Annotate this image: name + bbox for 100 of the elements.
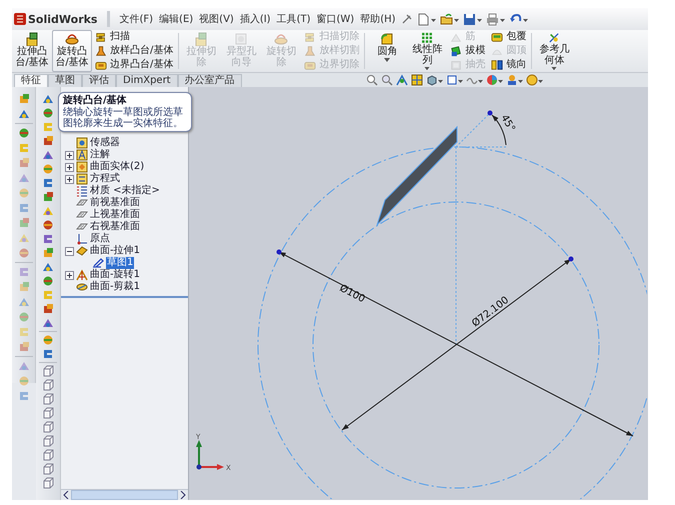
tab[interactable]: 办公室产品 [178,74,242,87]
tool-icon[interactable] [42,303,54,315]
cube-icon[interactable] [42,435,54,447]
tree-item[interactable]: 曲面-拉伸1 [90,245,140,257]
display-style-icon[interactable] [446,74,458,86]
ribbon-button[interactable]: 边界凸台/基体 [95,59,174,71]
sphere-icon[interactable] [526,74,538,86]
feature-icon [76,161,88,173]
menu-item[interactable]: 工具(T) [276,12,312,26]
horizontal-scrollbar[interactable] [61,489,188,500]
feature-icon [76,281,88,293]
tool-icon[interactable] [18,93,30,105]
menu-item[interactable]: 插入(I) [238,12,272,26]
tool-icon[interactable] [42,233,54,245]
tree-item[interactable]: 前视基准面 [90,197,140,209]
zoom-icon[interactable] [366,74,378,86]
tree-item[interactable]: 上视基准面 [90,209,140,221]
expand-icon[interactable] [65,150,74,160]
app-name: SolidWorks [28,12,98,26]
expand-icon[interactable] [65,162,74,172]
reference-geometry-icon [547,32,562,44]
tool-icon[interactable] [42,205,54,217]
tool-icon[interactable] [42,261,54,273]
cube-icon[interactable] [42,477,54,489]
tool-icon[interactable] [42,247,54,259]
tree-item[interactable]: 曲面-旋转1 [90,269,140,281]
expand-icon[interactable] [65,270,74,280]
wrap-icon [491,31,504,43]
expand-icon[interactable] [65,174,74,184]
extrude-icon [194,32,208,46]
tool-icon[interactable] [42,334,54,346]
fillet-icon [380,32,394,46]
cube-icon[interactable] [42,449,54,461]
tree-item[interactable]: 右视基准面 [90,221,140,233]
feature-icon [76,137,88,149]
ribbon-button[interactable]: 拔模 [450,45,486,57]
menu-item[interactable]: 帮助(H) [359,12,397,26]
new-document-icon[interactable] [416,12,430,26]
tab[interactable]: 评估 [82,74,116,87]
ribbon-button[interactable]: 圆角 [367,30,408,72]
menu-item[interactable]: 窗口(W) [316,12,356,26]
tooltip-title: 旋转凸台/基体 [63,95,128,106]
tree-item[interactable]: 草图1 [106,257,134,269]
tab[interactable]: 特征 [14,74,48,87]
menu-item[interactable]: 视图(V) [198,12,235,26]
tool-icon[interactable] [42,177,54,189]
tooltip-text: 绕轴心旋转一草图或所选草图轮廓来生成一实体特征。 [63,107,184,129]
collapse-icon[interactable] [65,246,74,256]
dimension-label: 45° [498,113,517,134]
tool-icon[interactable] [42,135,54,147]
tree-item[interactable]: 原点 [90,233,110,245]
tool-icon[interactable] [42,219,54,231]
tool-icon[interactable] [42,93,54,105]
sweep-icon [95,31,107,43]
scroll-left-icon[interactable] [63,491,69,499]
zoom-icon[interactable] [380,74,393,86]
tool-icon[interactable] [42,191,54,203]
cube-icon[interactable] [42,463,54,475]
tool-icon[interactable] [42,275,54,287]
feature-icon [76,185,88,197]
cube-icon[interactable] [42,393,54,405]
tree-item[interactable]: 曲面-剪裁1 [90,281,140,293]
ribbon-button[interactable]: 拉伸凸台/基体 [12,30,52,72]
tool-icon[interactable] [42,317,54,329]
open-folder-icon[interactable] [440,12,453,26]
tree-item[interactable]: 曲面实体(2) [90,161,144,173]
print-icon[interactable] [486,12,499,26]
tool-icon[interactable] [42,149,54,161]
tool-icon[interactable] [42,348,54,360]
ribbon-button[interactable]: 包覆 [491,31,526,43]
origin-icon [76,233,88,245]
ribbon-button[interactable]: 参考几何体 [534,30,574,72]
tree-item[interactable]: 注解 [90,149,110,161]
cube-icon[interactable] [42,407,54,419]
save-icon[interactable] [462,12,476,26]
ribbon-button[interactable]: 线性阵列 [407,30,448,72]
menu-item[interactable]: 编辑(E) [158,12,194,26]
ribbon-button[interactable]: 旋转凸台/基体 [52,30,92,72]
pin-icon[interactable] [400,13,413,25]
tool-icon[interactable] [18,127,30,139]
tool-icon[interactable] [42,163,54,175]
ribbon-button[interactable]: 扫描 [95,31,174,43]
loft-icon [95,45,107,57]
cube-icon[interactable] [42,421,54,433]
tree-item[interactable]: 传感器 [90,137,120,149]
tool-icon[interactable] [18,108,30,120]
tree-item[interactable]: 方程式 [90,173,120,185]
scroll-right-icon[interactable] [180,491,186,499]
tool-icon[interactable] [42,107,54,119]
ribbon-button[interactable]: 镜向 [491,59,526,71]
menu-item[interactable]: 文件(F) [118,12,154,26]
cube-icon[interactable] [42,365,54,377]
tab[interactable]: DimXpert [116,74,178,87]
loft-icon [304,45,316,57]
feature-icon [76,245,88,257]
cube-icon[interactable] [42,379,54,391]
sketch-icon [92,257,104,269]
ribbon-button[interactable]: 放样凸台/基体 [95,45,174,57]
tab[interactable]: 草图 [48,74,82,87]
tree-item[interactable]: 材质 <未指定> [90,185,160,197]
